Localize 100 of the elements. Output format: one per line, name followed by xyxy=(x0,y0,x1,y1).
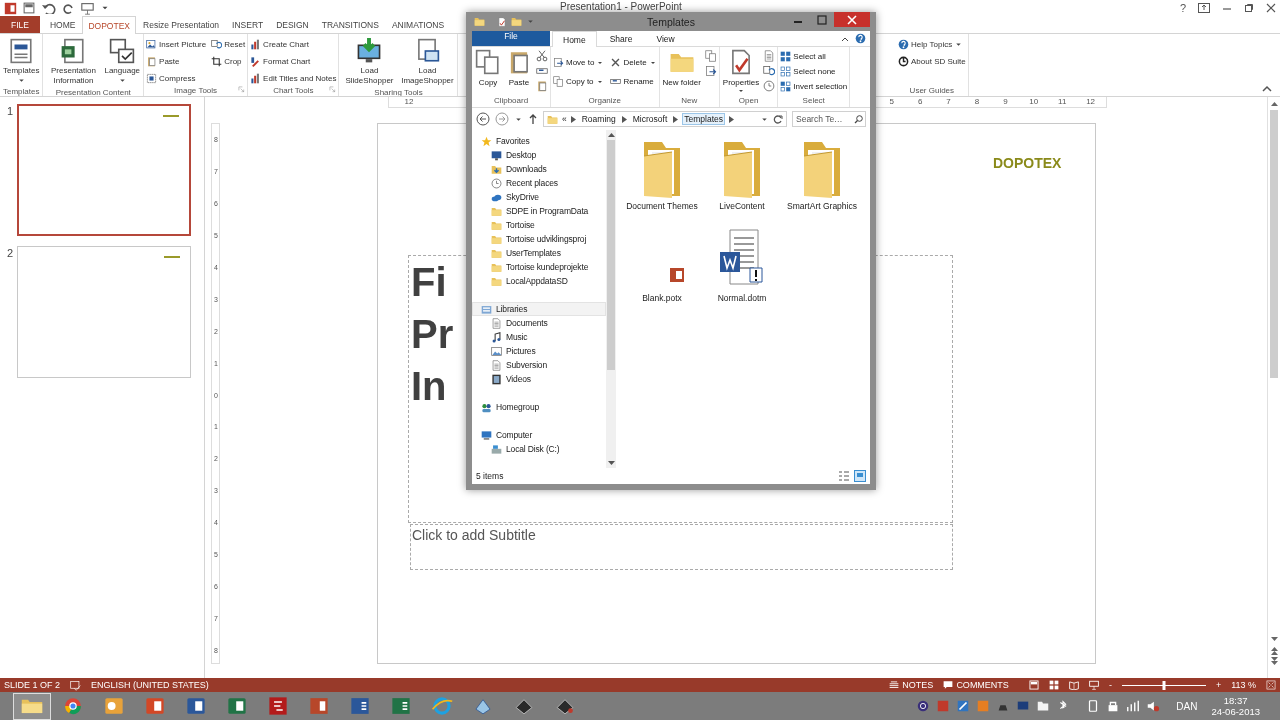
edit-icon[interactable] xyxy=(763,65,776,77)
file-item[interactable]: LiveContent xyxy=(703,136,781,228)
nav-item[interactable]: SkyDrive xyxy=(472,190,606,204)
back-button[interactable] xyxy=(476,112,490,126)
ribbon-button[interactable]: Help Topics xyxy=(898,37,966,52)
up-button[interactable] xyxy=(528,113,538,125)
ribbon-button[interactable]: Rename xyxy=(610,72,657,91)
scissors-icon[interactable] xyxy=(536,50,548,62)
ribbon-button[interactable]: Insert Picture xyxy=(146,37,207,52)
ribbon-button[interactable]: Crop xyxy=(211,54,246,69)
collapse-ribbon-icon[interactable] xyxy=(841,35,849,42)
slider-thumb[interactable] xyxy=(1162,680,1166,690)
nav-item[interactable]: SDPE in ProgramData xyxy=(472,204,606,218)
speaker-icon[interactable] xyxy=(1146,699,1161,713)
nav-item[interactable]: Downloads xyxy=(472,162,606,176)
signal-icon[interactable] xyxy=(1126,699,1141,713)
ribbon-button[interactable]: Compress xyxy=(146,71,207,86)
ribbon-tab[interactable]: TRANSITIONS xyxy=(315,16,385,33)
previous-slide-icon[interactable] xyxy=(1269,646,1279,655)
nav-item[interactable]: Favorites xyxy=(472,134,606,148)
path-segment[interactable]: Templates xyxy=(682,113,725,125)
nav-item[interactable]: Documents xyxy=(472,316,606,330)
notes-button[interactable]: NOTES xyxy=(889,680,934,690)
ribbon-button[interactable]: Select all xyxy=(780,49,848,64)
nav-item[interactable]: Pictures xyxy=(472,344,606,358)
nav-item[interactable]: Computer xyxy=(472,428,606,442)
input-language[interactable]: DAN xyxy=(1176,700,1198,712)
new-item-icon[interactable] xyxy=(704,50,717,62)
nav-item[interactable]: Music xyxy=(472,330,606,344)
ribbon-button[interactable]: Templates xyxy=(2,36,41,87)
ribbon-tab[interactable]: DESIGN xyxy=(270,16,315,33)
ribbon-button[interactable]: Create Chart xyxy=(250,37,337,52)
slide-show-icon[interactable] xyxy=(1088,680,1099,690)
save-icon[interactable] xyxy=(23,2,35,14)
ribbon-button[interactable]: Reset xyxy=(211,37,246,52)
help-button[interactable]: ? xyxy=(1179,2,1186,14)
ribbon-button[interactable]: Invert selection xyxy=(780,79,848,94)
nav-item[interactable]: Homegroup xyxy=(472,400,606,414)
file-item[interactable]: SmartArt Graphics xyxy=(783,136,861,228)
chevron-icon[interactable] xyxy=(729,115,734,123)
fit-slide-icon[interactable] xyxy=(1266,680,1276,690)
ribbon-tab[interactable]: Home xyxy=(552,31,597,47)
file-item[interactable]: Normal.dotm xyxy=(703,228,781,320)
ribbon-button[interactable]: Presentation Information xyxy=(45,36,102,88)
ribbon-button[interactable]: Paste xyxy=(505,49,533,87)
ribbon-tab[interactable]: HOME xyxy=(43,16,82,33)
ribbon-button[interactable]: Format Chart xyxy=(250,54,337,69)
slide-thumbnail[interactable] xyxy=(17,246,191,378)
address-bar[interactable]: « Roaming Microsoft Templates xyxy=(543,111,787,127)
ribbon-button[interactable]: Delete xyxy=(610,53,657,72)
file-item[interactable]: Blank.potx xyxy=(623,228,701,320)
nav-item[interactable]: Tortoise xyxy=(472,218,606,232)
scroll-down-icon[interactable] xyxy=(1269,635,1279,644)
language-status[interactable]: ENGLISH (UNITED STATES) xyxy=(91,680,209,690)
paste-shortcut-icon[interactable] xyxy=(536,80,548,92)
ribbon-tab[interactable]: ANIMATIONS xyxy=(385,16,451,33)
ribbon-tab[interactable]: FILE xyxy=(0,16,40,33)
path-segment[interactable]: Microsoft xyxy=(630,113,670,125)
nav-item[interactable]: Recent places xyxy=(472,176,606,190)
close-icon[interactable] xyxy=(1266,3,1276,13)
ribbon-tab[interactable]: Share xyxy=(598,31,644,46)
chevron-icon[interactable] xyxy=(570,115,576,123)
nav-item[interactable]: Tortoise udviklingsproj xyxy=(472,232,606,246)
help-icon[interactable] xyxy=(855,33,866,44)
nav-item[interactable]: Desktop xyxy=(472,148,606,162)
ribbon-button[interactable]: Copy to xyxy=(553,72,605,91)
app-icon[interactable] xyxy=(4,1,17,15)
ribbon-tab[interactable]: Resize Presentation xyxy=(137,16,226,33)
presentation-start-icon[interactable] xyxy=(81,1,94,15)
search-field[interactable]: Search Te… xyxy=(792,111,866,127)
ribbon-tab[interactable]: DOPOTEX xyxy=(82,16,136,34)
nav-item[interactable]: UserTemplates xyxy=(472,246,606,260)
slide-thumbnail[interactable] xyxy=(17,104,191,236)
ribbon-button[interactable]: Edit Titles and Notes xyxy=(250,71,337,86)
nav-item[interactable]: Libraries xyxy=(472,302,606,316)
close-button[interactable] xyxy=(834,12,870,27)
ribbon-button[interactable]: Select none xyxy=(780,64,848,79)
zoom-out-button[interactable]: - xyxy=(1108,680,1112,690)
scroll-up-icon[interactable] xyxy=(607,132,615,137)
slide-sorter-icon[interactable] xyxy=(1048,680,1059,690)
collapse-ribbon-icon[interactable] xyxy=(1262,84,1272,92)
restore-icon[interactable] xyxy=(1244,3,1254,13)
zoom-in-button[interactable]: + xyxy=(1215,680,1222,690)
nav-item[interactable]: Local Disk (C:) xyxy=(472,442,606,456)
normal-view-icon[interactable] xyxy=(1028,680,1039,690)
chevron-icon[interactable] xyxy=(673,115,679,123)
zoom-level[interactable]: 113 % xyxy=(1231,680,1256,690)
scrollbar-thumb[interactable] xyxy=(1270,110,1278,378)
ribbon-button[interactable]: Copy xyxy=(474,49,502,87)
chevron-icon[interactable] xyxy=(621,115,627,123)
scroll-down-icon[interactable] xyxy=(607,461,615,466)
reading-view-icon[interactable] xyxy=(1068,680,1079,690)
nav-item[interactable]: LocalAppdataSD xyxy=(472,274,606,288)
ribbon-button[interactable]: Paste xyxy=(146,54,207,69)
file-item[interactable]: Document Themes xyxy=(623,136,701,228)
easy-access-icon[interactable] xyxy=(704,65,717,77)
ribbon-button[interactable]: Move to xyxy=(553,53,605,72)
large-icons-view-icon[interactable] xyxy=(854,470,866,482)
ribbon-button[interactable]: Properties xyxy=(721,49,761,95)
nav-item[interactable]: Subversion xyxy=(472,358,606,372)
